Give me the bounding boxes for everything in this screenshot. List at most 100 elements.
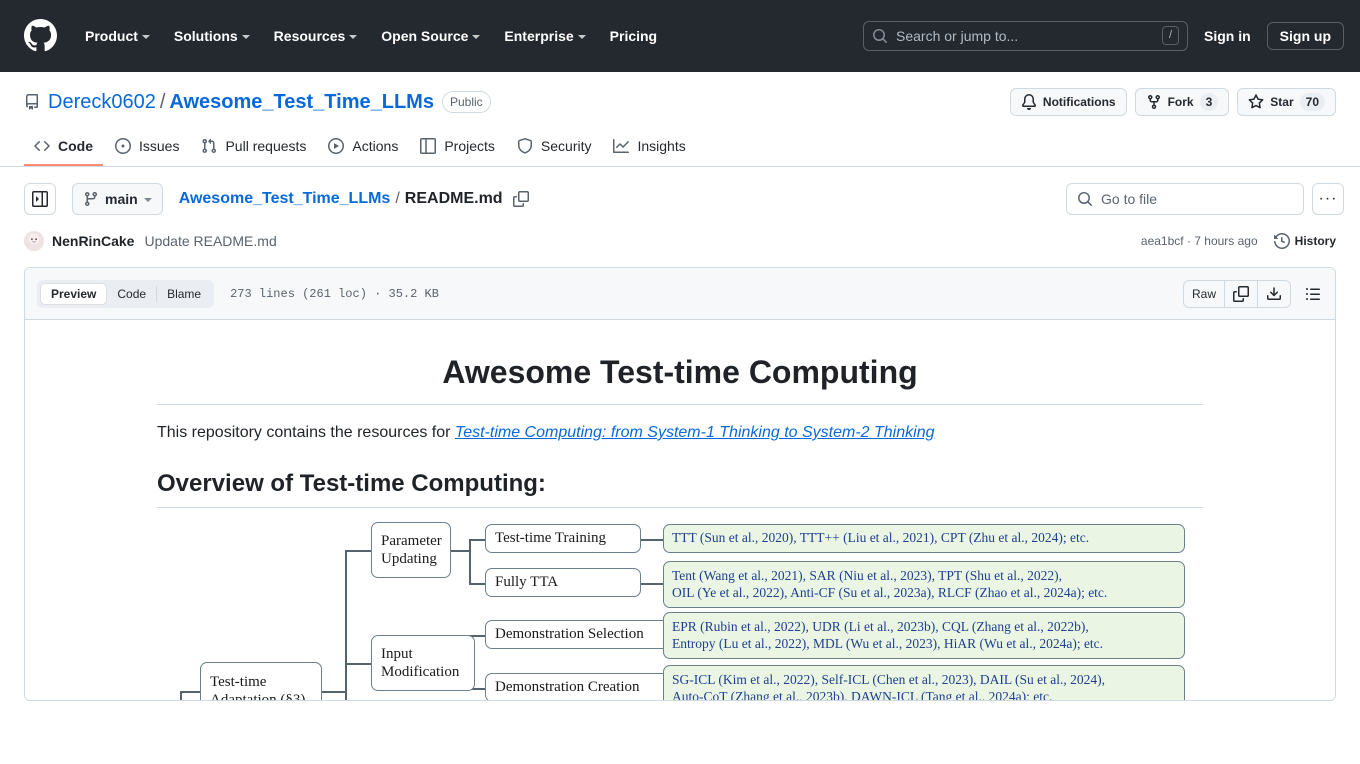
diagram-node-root: Test-time Adaptation (§3) — [200, 662, 322, 701]
tab-pull-requests[interactable]: Pull requests — [191, 130, 316, 166]
avatar[interactable] — [24, 231, 44, 251]
more-options-button[interactable]: ··· — [1312, 183, 1344, 215]
taxonomy-diagram-image: Test-time Adaptation (§3) Parameter Upda… — [157, 522, 1203, 701]
bell-icon — [1021, 94, 1036, 110]
view-preview-button[interactable]: Preview — [40, 282, 108, 305]
readme-preview: Awesome Test-time Computing This reposit… — [25, 320, 1335, 701]
citation-line: TTT (Sun et al., 2020), TTT++ (Liu et al… — [672, 530, 1090, 546]
commit-message-link[interactable]: Update README.md — [144, 233, 276, 249]
star-count: 70 — [1299, 93, 1325, 111]
diagram-connector — [469, 539, 471, 585]
copy-raw-content-button[interactable] — [1225, 280, 1258, 307]
nav-item-solutions[interactable]: Solutions — [162, 20, 262, 52]
global-header: Product Solutions Resources Open Source … — [0, 0, 1360, 72]
repository-header: Dereck0602 / Awesome_Test_Time_LLMs Publ… — [0, 72, 1360, 167]
leaf-label: Fully TTA — [495, 574, 559, 591]
repo-title-separator: / — [159, 90, 166, 113]
play-icon — [328, 138, 345, 154]
intro-text: This repository contains the resources f… — [157, 424, 455, 441]
nav-label: Solutions — [173, 27, 238, 44]
nav-item-product[interactable]: Product — [73, 20, 162, 52]
diagram-connector — [345, 550, 371, 552]
global-nav: Product Solutions Resources Open Source … — [73, 20, 669, 52]
tab-label: Issues — [139, 138, 180, 154]
breadcrumb: Awesome_Test_Time_LLMs / README.md — [179, 190, 529, 208]
tab-issues[interactable]: Issues — [105, 130, 189, 166]
nav-item-pricing[interactable]: Pricing — [598, 20, 669, 52]
diagram-connector — [641, 583, 663, 585]
fork-icon — [1147, 95, 1160, 110]
tab-security[interactable]: Security — [507, 130, 602, 166]
history-link[interactable]: History — [1273, 233, 1336, 249]
star-icon — [1248, 94, 1264, 109]
notifications-button[interactable]: Notifications — [1009, 88, 1127, 116]
tab-actions[interactable]: Actions — [318, 130, 408, 166]
leaf-label: Test-time Training — [495, 530, 607, 547]
graph-icon — [613, 139, 630, 153]
nav-item-resources[interactable]: Resources — [262, 20, 370, 52]
citation-line: Auto-CoT (Zhang et al., 2023b), DAWN-ICL… — [672, 688, 1053, 701]
repository-actions: Notifications Fork 3 Star 70 — [1009, 88, 1336, 116]
fork-count: 3 — [1199, 93, 1219, 111]
citation-line: OIL (Ye et al., 2022), Anti-CF (Su et al… — [672, 584, 1108, 600]
notifications-label: Notifications — [1042, 95, 1116, 109]
fork-button[interactable]: Fork 3 — [1134, 88, 1230, 116]
chevron-down-icon — [141, 34, 150, 39]
node-label-line2: Modification — [381, 664, 460, 680]
commit-author-link[interactable]: NenRinCake — [52, 233, 134, 249]
node-label-line2: Adaptation (§3) — [210, 692, 306, 701]
readme-content: Awesome Test-time Computing This reposit… — [157, 352, 1203, 701]
raw-button[interactable]: Raw — [1184, 280, 1225, 307]
breadcrumb-repo-link[interactable]: Awesome_Test_Time_LLMs — [179, 190, 391, 208]
history-label: History — [1294, 234, 1336, 248]
nav-label: Resources — [273, 27, 346, 44]
nav-item-enterprise[interactable]: Enterprise — [492, 20, 597, 52]
table-icon — [420, 138, 437, 154]
history-icon — [1273, 233, 1290, 249]
sidebar-panel-toggle-button[interactable] — [24, 183, 56, 215]
chevron-down-icon — [241, 34, 250, 39]
github-mark-icon[interactable] — [24, 19, 57, 52]
sign-in-link[interactable]: Sign in — [1204, 28, 1251, 44]
diagram-leaf-demonstration-selection: Demonstration Selection — [485, 620, 669, 649]
go-to-file-input[interactable]: Go to file — [1066, 183, 1304, 215]
header-right-group: Search or jump to... / Sign in Sign up — [863, 20, 1344, 51]
commit-hash-and-time[interactable]: aea1bcf · 7 hours ago — [1141, 234, 1258, 248]
chevron-down-icon — [349, 34, 358, 39]
copy-path-icon[interactable] — [512, 191, 529, 207]
download-raw-file-button[interactable] — [1258, 281, 1290, 307]
code-icon — [34, 140, 50, 152]
leaf-label: Demonstration Selection — [495, 626, 644, 643]
diagram-connector — [180, 692, 182, 700]
chevron-down-icon — [472, 34, 481, 39]
file-outline-button[interactable] — [1299, 280, 1327, 308]
diagram-connector — [321, 691, 345, 693]
search-shortcut-key: / — [1161, 26, 1179, 45]
repo-name-link[interactable]: Awesome_Test_Time_LLMs — [169, 91, 434, 114]
repository-tabs: Code Issues Pull requests Actions Projec… — [24, 130, 1336, 166]
chevron-down-icon — [577, 34, 586, 39]
fork-label: Fork — [1167, 95, 1194, 109]
tab-insights[interactable]: Insights — [603, 130, 695, 166]
search-placeholder: Search or jump to... — [896, 27, 1019, 44]
tab-label: Security — [540, 138, 592, 154]
view-blame-button[interactable]: Blame — [157, 283, 211, 305]
tab-code[interactable]: Code — [24, 130, 103, 166]
repo-icon — [24, 94, 40, 110]
diagram-node-parameter-updating: Parameter Updating — [371, 522, 451, 578]
paper-link[interactable]: Test-time Computing: from System-1 Think… — [455, 424, 935, 441]
diagram-connector — [345, 663, 371, 665]
global-search-input[interactable]: Search or jump to... / — [863, 20, 1188, 51]
visibility-badge: Public — [441, 91, 491, 113]
view-code-button[interactable]: Code — [107, 283, 156, 305]
file-navigation-bar: main Awesome_Test_Time_LLMs / README.md … — [0, 167, 1360, 231]
download-icon — [1267, 286, 1281, 300]
nav-item-open-source[interactable]: Open Source — [369, 20, 492, 52]
node-label-line1: Test-time — [210, 673, 267, 690]
tab-projects[interactable]: Projects — [410, 130, 505, 166]
branch-selector-button[interactable]: main — [72, 183, 163, 215]
star-button[interactable]: Star 70 — [1237, 88, 1336, 116]
sign-up-button[interactable]: Sign up — [1266, 21, 1344, 50]
repo-owner-link[interactable]: Dereck0602 — [48, 91, 156, 114]
diagram-citations-demonstration-creation: SG-ICL (Kim et al., 2022), Self-ICL (Che… — [663, 665, 1185, 701]
